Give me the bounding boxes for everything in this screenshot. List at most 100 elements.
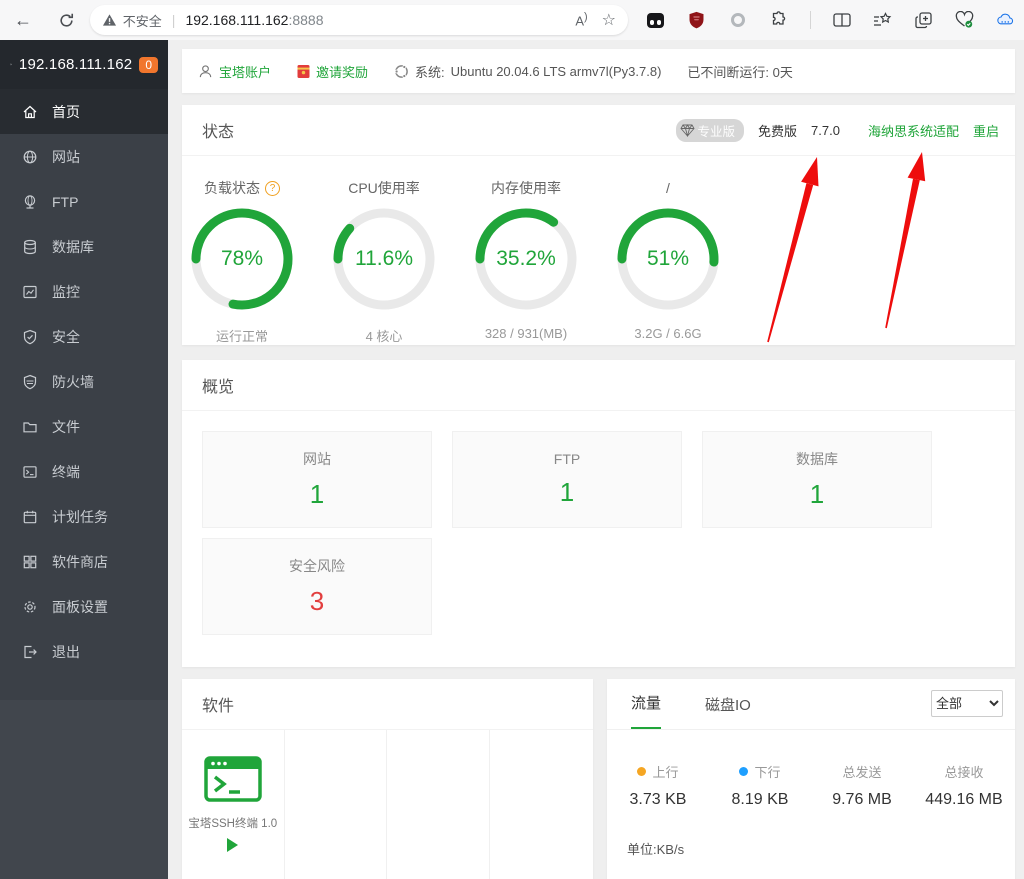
gauge-disk-value: 51% [613,204,723,314]
ublock-shield-icon[interactable] [687,10,707,30]
overview-card: 概览 网站 1 FTP 1 数据库 1 [182,360,1015,667]
calendar-icon [22,509,38,525]
sidebar-item-ftp[interactable]: FTP [0,179,168,224]
uptime-text: 已不间断运行: 0天 [687,62,792,81]
downstream-dot-icon [739,767,748,776]
warning-icon [102,13,117,27]
collections-icon[interactable] [873,10,893,30]
home-icon [22,104,38,120]
overview-title: 概览 [202,373,234,397]
stat-total-received: 总接收 449.16 MB [913,762,1015,809]
sidebar-item-logout[interactable]: 退出 [0,629,168,674]
copy-tab-icon[interactable] [914,10,934,30]
panel-version: 7.7.0 [811,123,840,138]
sidebar-item-security[interactable]: 安全 [0,314,168,359]
user-icon [198,64,213,79]
gauge-memory-sub: 328 / 931(MB) [485,326,567,341]
overview-card-database[interactable]: 数据库 1 [702,431,932,528]
traffic-unit-label: 单位:KB/s [627,839,1015,858]
sidebar-item-home[interactable]: 首页 [0,89,168,134]
chart-icon [22,284,38,300]
sidebar-item-website[interactable]: 网站 [0,134,168,179]
browser-toolbar: ← 不安全 | 192.168.111.162:8888 A) ☆ [0,0,1024,40]
url-text: 192.168.111.162:8888 [185,12,323,28]
stat-downstream: 下行 8.19 KB [709,762,811,809]
gauge-disk: / 51% 3.2G / 6.6G [608,178,728,345]
gauge-memory: 内存使用率 35.2% 328 / 931(MB) [466,178,586,345]
traffic-filter-select[interactable]: 全部 [931,690,1003,717]
play-icon[interactable] [227,838,238,852]
bt-account-link[interactable]: 宝塔账户 [198,62,271,81]
folder-icon [22,419,38,435]
overview-card-website[interactable]: 网站 1 [202,431,432,528]
sidebar-item-database[interactable]: 数据库 [0,224,168,269]
system-value: Ubuntu 20.04.6 LTS armv7l(Py3.7.8) [451,64,662,79]
sidebar-item-monitor[interactable]: 监控 [0,269,168,314]
back-button[interactable]: ← [8,5,38,35]
sidebar-item-settings[interactable]: 面板设置 [0,584,168,629]
system-info: 系统: Ubuntu 20.04.6 LTS armv7l(Py3.7.8) [394,62,661,81]
sidebar-item-firewall[interactable]: 防火墙 [0,359,168,404]
hinas-adapt-link[interactable]: 海纳思系统适配 [868,121,959,140]
sidebar-header[interactable]: 192.168.111.162 0 [0,40,168,89]
gauge-cpu-value: 11.6% [329,204,439,314]
sidebar-item-cron[interactable]: 计划任务 [0,494,168,539]
toolbar-divider [810,11,811,29]
sidebar-item-appstore[interactable]: 软件商店 [0,539,168,584]
message-count-badge[interactable]: 0 [139,57,158,73]
software-app-ssh-terminal[interactable]: 宝塔SSH终端 1.0 [182,730,285,879]
database-icon [22,239,38,255]
address-divider: | [172,12,176,28]
tab-traffic[interactable]: 流量 [631,692,661,729]
tab-disk-io[interactable]: 磁盘IO [705,694,751,729]
gauge-memory-value: 35.2% [471,204,581,314]
extensions-puzzle-icon[interactable] [769,10,789,30]
globe-icon [22,149,38,165]
status-title: 状态 [202,118,234,142]
traffic-card: 流量 磁盘IO 全部 上行 3.73 KB 下行 8.19 KB [607,679,1015,879]
address-bar[interactable]: 不安全 | 192.168.111.162:8888 A) ☆ [90,5,628,35]
refresh-button[interactable] [52,5,82,35]
upstream-dot-icon [637,767,646,776]
diamond-icon [680,124,695,137]
restart-link[interactable]: 重启 [973,121,999,140]
help-icon[interactable]: ? [265,181,280,196]
sidebar: 192.168.111.162 0 首页 网站 FTP [0,40,168,879]
software-card: 软件 宝塔SSH终端 1.0 [182,679,593,879]
invite-reward-link[interactable]: 邀请奖励 [297,62,368,81]
sidebar-item-terminal[interactable]: 终端 [0,449,168,494]
overview-card-ftp[interactable]: FTP 1 [452,431,682,528]
gauge-load-sub: 运行正常 [216,326,268,345]
shield-check-icon [22,329,38,345]
overview-card-security-risk[interactable]: 安全风险 3 [202,538,432,635]
server-monitor-icon [10,56,12,73]
ftp-icon [22,194,38,210]
gauge-cpu: CPU使用率 11.6% 4 核心 [324,178,444,345]
gauge-cpu-sub: 4 核心 [366,326,403,345]
logout-icon [22,644,38,660]
favorite-star-icon[interactable]: ☆ [602,10,616,30]
gear-icon [22,599,38,615]
gauge-disk-sub: 3.2G / 6.6G [634,326,701,341]
pro-version-badge[interactable]: 专业版 [676,119,745,142]
cloud-sync-icon[interactable] [996,10,1016,30]
ssh-terminal-icon [204,756,262,802]
software-empty-cell [285,730,388,879]
grid-icon [22,554,38,570]
stat-total-sent: 总发送 9.76 MB [811,762,913,809]
security-status[interactable]: 不安全 [102,11,162,30]
browser-health-icon[interactable] [955,10,975,30]
sidebar-footer [0,700,168,879]
security-label: 不安全 [123,11,162,30]
software-title: 软件 [202,692,234,716]
stat-upstream: 上行 3.73 KB [607,762,709,809]
waf-shield-icon [22,374,38,390]
refresh-icon [58,12,75,29]
extension-dark-icon[interactable] [646,10,666,30]
sidebar-item-files[interactable]: 文件 [0,404,168,449]
split-screen-icon[interactable] [832,10,852,30]
software-app-name: 宝塔SSH终端 1.0 [188,815,277,831]
red-envelope-icon [297,64,310,79]
read-aloud-icon[interactable]: A) [575,11,587,28]
extension-ring-icon[interactable] [728,10,748,30]
